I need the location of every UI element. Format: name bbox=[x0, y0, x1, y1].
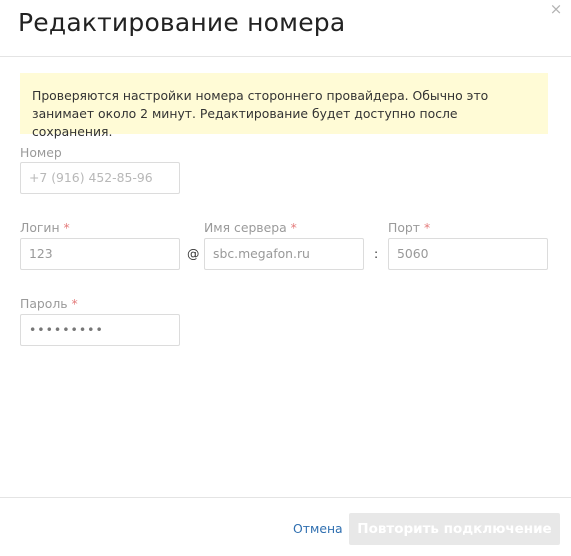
server-label: Имя сервера * bbox=[204, 220, 297, 235]
dialog-title: Редактирование номера bbox=[18, 8, 346, 37]
at-separator: @ bbox=[187, 246, 200, 261]
header-divider bbox=[0, 56, 571, 57]
login-label-text: Логин bbox=[20, 220, 60, 235]
login-field[interactable]: 123 bbox=[20, 238, 180, 270]
number-label: Номер bbox=[20, 145, 62, 160]
password-label: Пароль * bbox=[20, 296, 78, 311]
login-required-mark: * bbox=[63, 220, 70, 235]
server-field[interactable]: sbc.megafon.ru bbox=[204, 238, 364, 270]
password-label-text: Пароль bbox=[20, 296, 68, 311]
port-field[interactable]: 5060 bbox=[388, 238, 548, 270]
login-label: Логин * bbox=[20, 220, 70, 235]
server-required-mark: * bbox=[290, 220, 297, 235]
password-required-mark: * bbox=[71, 296, 78, 311]
password-field[interactable]: ••••••••• bbox=[20, 314, 180, 346]
edit-number-dialog: × Редактирование номера Проверяются наст… bbox=[0, 0, 571, 556]
retry-connection-button[interactable]: Повторить подключение bbox=[349, 513, 560, 545]
server-label-text: Имя сервера bbox=[204, 220, 287, 235]
footer-divider bbox=[0, 497, 571, 498]
close-icon[interactable]: × bbox=[549, 2, 563, 17]
port-label: Порт * bbox=[388, 220, 430, 235]
port-required-mark: * bbox=[423, 220, 431, 235]
cancel-link[interactable]: Отмена bbox=[293, 521, 343, 536]
number-label-text: Номер bbox=[20, 145, 62, 160]
number-field[interactable]: +7 (916) 452-85-96 bbox=[20, 162, 180, 194]
colon-separator: : bbox=[374, 246, 379, 261]
port-label-text: Порт bbox=[388, 220, 420, 235]
provider-check-notice: Проверяются настройки номера стороннего … bbox=[20, 73, 548, 139]
